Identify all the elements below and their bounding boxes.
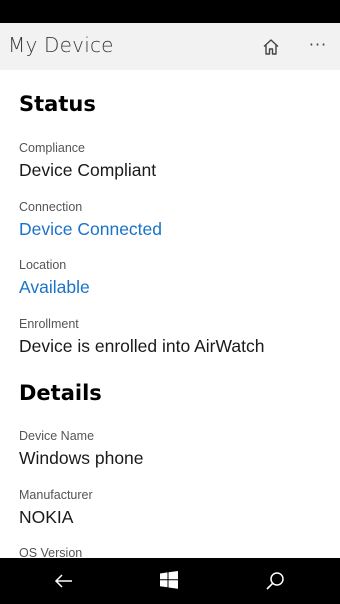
manufacturer-label: Manufacturer	[19, 488, 93, 502]
system-navigation-bar	[0, 558, 340, 604]
system-status-bar	[0, 0, 340, 23]
status-section-title: Status	[19, 92, 96, 116]
connection-label: Connection	[19, 200, 83, 214]
start-button[interactable]	[158, 569, 182, 593]
more-options-button[interactable]: ···	[306, 34, 330, 56]
windows-logo-icon	[160, 571, 178, 589]
compliance-label: Compliance	[19, 141, 86, 155]
search-icon	[266, 572, 284, 590]
home-button[interactable]	[260, 36, 282, 58]
search-button[interactable]	[263, 569, 287, 593]
location-label: Location	[19, 258, 67, 272]
back-button[interactable]	[52, 569, 76, 593]
connection-link[interactable]: Device Connected	[19, 219, 162, 240]
details-section-title: Details	[19, 381, 102, 405]
device-name-label: Device Name	[19, 429, 95, 443]
page-title: My Device	[8, 33, 114, 57]
os-version-label: OS Version	[19, 546, 83, 558]
app-title-bar: My Device ···	[0, 23, 340, 70]
device-name-value: Windows phone	[19, 448, 144, 468]
back-arrow-icon	[54, 574, 72, 588]
location-link[interactable]: Available	[19, 277, 90, 298]
home-icon	[263, 39, 279, 55]
enrollment-value: Device is enrolled into AirWatch	[19, 336, 265, 356]
compliance-value: Device Compliant	[19, 160, 157, 180]
device-details-scroll[interactable]: Status Compliance Device Compliant Conne…	[0, 70, 340, 558]
manufacturer-value: NOKIA	[19, 507, 74, 527]
enrollment-label: Enrollment	[19, 317, 79, 331]
